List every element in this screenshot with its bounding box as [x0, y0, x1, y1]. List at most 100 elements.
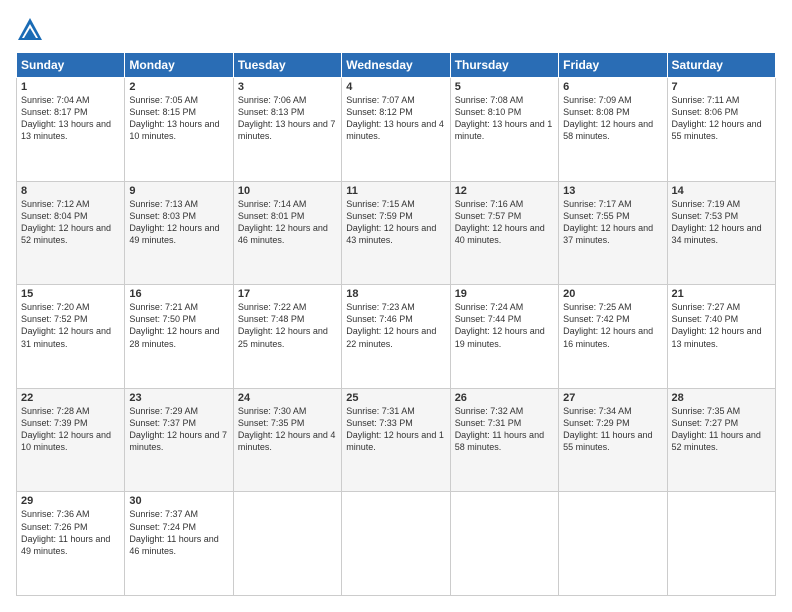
day-number: 11: [346, 185, 445, 197]
table-row: 17Sunrise: 7:22 AM Sunset: 7:48 PM Dayli…: [233, 285, 341, 389]
col-monday: Monday: [125, 53, 233, 78]
table-row: [450, 492, 558, 596]
day-detail: Sunrise: 7:29 AM Sunset: 7:37 PM Dayligh…: [129, 405, 228, 454]
table-row: 26Sunrise: 7:32 AM Sunset: 7:31 PM Dayli…: [450, 388, 558, 492]
table-row: 11Sunrise: 7:15 AM Sunset: 7:59 PM Dayli…: [342, 181, 450, 285]
col-thursday: Thursday: [450, 53, 558, 78]
table-row: 28Sunrise: 7:35 AM Sunset: 7:27 PM Dayli…: [667, 388, 775, 492]
page: Sunday Monday Tuesday Wednesday Thursday…: [0, 0, 792, 612]
table-row: [667, 492, 775, 596]
day-number: 2: [129, 81, 228, 93]
day-detail: Sunrise: 7:30 AM Sunset: 7:35 PM Dayligh…: [238, 405, 337, 454]
day-detail: Sunrise: 7:12 AM Sunset: 8:04 PM Dayligh…: [21, 198, 120, 247]
table-row: 18Sunrise: 7:23 AM Sunset: 7:46 PM Dayli…: [342, 285, 450, 389]
day-number: 4: [346, 81, 445, 93]
day-detail: Sunrise: 7:04 AM Sunset: 8:17 PM Dayligh…: [21, 94, 120, 143]
day-detail: Sunrise: 7:21 AM Sunset: 7:50 PM Dayligh…: [129, 301, 228, 350]
table-row: 15Sunrise: 7:20 AM Sunset: 7:52 PM Dayli…: [17, 285, 125, 389]
day-number: 17: [238, 288, 337, 300]
day-number: 12: [455, 185, 554, 197]
table-row: 3Sunrise: 7:06 AM Sunset: 8:13 PM Daylig…: [233, 78, 341, 182]
day-detail: Sunrise: 7:24 AM Sunset: 7:44 PM Dayligh…: [455, 301, 554, 350]
day-number: 10: [238, 185, 337, 197]
day-number: 18: [346, 288, 445, 300]
calendar-row: 15Sunrise: 7:20 AM Sunset: 7:52 PM Dayli…: [17, 285, 776, 389]
table-row: 1Sunrise: 7:04 AM Sunset: 8:17 PM Daylig…: [17, 78, 125, 182]
table-row: [342, 492, 450, 596]
calendar-row: 29Sunrise: 7:36 AM Sunset: 7:26 PM Dayli…: [17, 492, 776, 596]
header-row: Sunday Monday Tuesday Wednesday Thursday…: [17, 53, 776, 78]
day-number: 27: [563, 392, 662, 404]
day-detail: Sunrise: 7:16 AM Sunset: 7:57 PM Dayligh…: [455, 198, 554, 247]
table-row: [233, 492, 341, 596]
day-number: 3: [238, 81, 337, 93]
table-row: 29Sunrise: 7:36 AM Sunset: 7:26 PM Dayli…: [17, 492, 125, 596]
day-number: 30: [129, 495, 228, 507]
col-sunday: Sunday: [17, 53, 125, 78]
day-number: 6: [563, 81, 662, 93]
calendar-row: 1Sunrise: 7:04 AM Sunset: 8:17 PM Daylig…: [17, 78, 776, 182]
col-wednesday: Wednesday: [342, 53, 450, 78]
table-row: 24Sunrise: 7:30 AM Sunset: 7:35 PM Dayli…: [233, 388, 341, 492]
day-number: 29: [21, 495, 120, 507]
table-row: 2Sunrise: 7:05 AM Sunset: 8:15 PM Daylig…: [125, 78, 233, 182]
day-detail: Sunrise: 7:07 AM Sunset: 8:12 PM Dayligh…: [346, 94, 445, 143]
day-detail: Sunrise: 7:23 AM Sunset: 7:46 PM Dayligh…: [346, 301, 445, 350]
day-detail: Sunrise: 7:08 AM Sunset: 8:10 PM Dayligh…: [455, 94, 554, 143]
table-row: 30Sunrise: 7:37 AM Sunset: 7:24 PM Dayli…: [125, 492, 233, 596]
day-detail: Sunrise: 7:27 AM Sunset: 7:40 PM Dayligh…: [672, 301, 771, 350]
day-detail: Sunrise: 7:19 AM Sunset: 7:53 PM Dayligh…: [672, 198, 771, 247]
day-number: 15: [21, 288, 120, 300]
table-row: [559, 492, 667, 596]
day-detail: Sunrise: 7:25 AM Sunset: 7:42 PM Dayligh…: [563, 301, 662, 350]
day-number: 26: [455, 392, 554, 404]
table-row: 22Sunrise: 7:28 AM Sunset: 7:39 PM Dayli…: [17, 388, 125, 492]
day-number: 14: [672, 185, 771, 197]
table-row: 27Sunrise: 7:34 AM Sunset: 7:29 PM Dayli…: [559, 388, 667, 492]
table-row: 23Sunrise: 7:29 AM Sunset: 7:37 PM Dayli…: [125, 388, 233, 492]
table-row: 4Sunrise: 7:07 AM Sunset: 8:12 PM Daylig…: [342, 78, 450, 182]
table-row: 16Sunrise: 7:21 AM Sunset: 7:50 PM Dayli…: [125, 285, 233, 389]
day-number: 1: [21, 81, 120, 93]
day-detail: Sunrise: 7:37 AM Sunset: 7:24 PM Dayligh…: [129, 508, 228, 557]
day-detail: Sunrise: 7:14 AM Sunset: 8:01 PM Dayligh…: [238, 198, 337, 247]
day-detail: Sunrise: 7:36 AM Sunset: 7:26 PM Dayligh…: [21, 508, 120, 557]
day-number: 19: [455, 288, 554, 300]
day-detail: Sunrise: 7:34 AM Sunset: 7:29 PM Dayligh…: [563, 405, 662, 454]
table-row: 12Sunrise: 7:16 AM Sunset: 7:57 PM Dayli…: [450, 181, 558, 285]
day-number: 24: [238, 392, 337, 404]
day-detail: Sunrise: 7:20 AM Sunset: 7:52 PM Dayligh…: [21, 301, 120, 350]
day-number: 20: [563, 288, 662, 300]
day-detail: Sunrise: 7:32 AM Sunset: 7:31 PM Dayligh…: [455, 405, 554, 454]
table-row: 14Sunrise: 7:19 AM Sunset: 7:53 PM Dayli…: [667, 181, 775, 285]
day-number: 16: [129, 288, 228, 300]
day-number: 21: [672, 288, 771, 300]
day-detail: Sunrise: 7:09 AM Sunset: 8:08 PM Dayligh…: [563, 94, 662, 143]
col-tuesday: Tuesday: [233, 53, 341, 78]
table-row: 21Sunrise: 7:27 AM Sunset: 7:40 PM Dayli…: [667, 285, 775, 389]
table-row: 20Sunrise: 7:25 AM Sunset: 7:42 PM Dayli…: [559, 285, 667, 389]
day-number: 23: [129, 392, 228, 404]
day-number: 8: [21, 185, 120, 197]
day-detail: Sunrise: 7:28 AM Sunset: 7:39 PM Dayligh…: [21, 405, 120, 454]
logo: [16, 16, 48, 44]
table-row: 7Sunrise: 7:11 AM Sunset: 8:06 PM Daylig…: [667, 78, 775, 182]
calendar-row: 8Sunrise: 7:12 AM Sunset: 8:04 PM Daylig…: [17, 181, 776, 285]
day-number: 13: [563, 185, 662, 197]
day-number: 25: [346, 392, 445, 404]
table-row: 6Sunrise: 7:09 AM Sunset: 8:08 PM Daylig…: [559, 78, 667, 182]
table-row: 25Sunrise: 7:31 AM Sunset: 7:33 PM Dayli…: [342, 388, 450, 492]
day-number: 28: [672, 392, 771, 404]
day-detail: Sunrise: 7:13 AM Sunset: 8:03 PM Dayligh…: [129, 198, 228, 247]
day-detail: Sunrise: 7:22 AM Sunset: 7:48 PM Dayligh…: [238, 301, 337, 350]
day-number: 9: [129, 185, 228, 197]
day-number: 5: [455, 81, 554, 93]
day-detail: Sunrise: 7:11 AM Sunset: 8:06 PM Dayligh…: [672, 94, 771, 143]
header: [16, 16, 776, 44]
day-detail: Sunrise: 7:15 AM Sunset: 7:59 PM Dayligh…: [346, 198, 445, 247]
calendar-table: Sunday Monday Tuesday Wednesday Thursday…: [16, 52, 776, 596]
col-friday: Friday: [559, 53, 667, 78]
table-row: 19Sunrise: 7:24 AM Sunset: 7:44 PM Dayli…: [450, 285, 558, 389]
day-detail: Sunrise: 7:31 AM Sunset: 7:33 PM Dayligh…: [346, 405, 445, 454]
day-detail: Sunrise: 7:05 AM Sunset: 8:15 PM Dayligh…: [129, 94, 228, 143]
